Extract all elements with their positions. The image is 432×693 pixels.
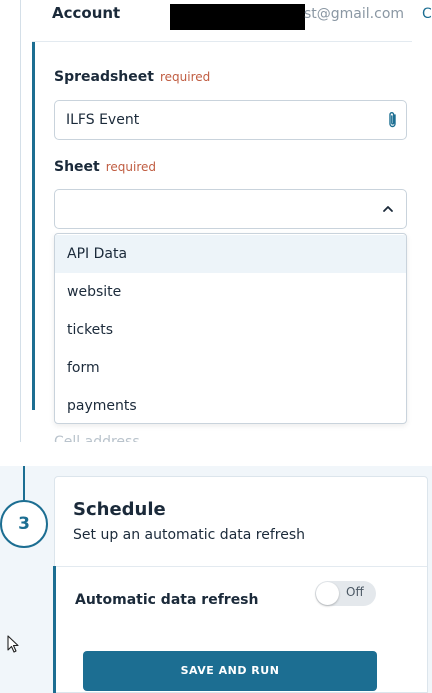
auto-refresh-label: Automatic data refresh xyxy=(75,592,259,608)
save-and-run-button[interactable]: SAVE AND RUN xyxy=(83,651,377,691)
sheet-label: Sheet required xyxy=(54,159,156,175)
section-gap xyxy=(0,442,432,466)
sheet-label-text: Sheet xyxy=(54,159,100,175)
step-number-badge: 3 xyxy=(0,500,48,548)
redacted-email-block xyxy=(170,4,305,30)
sheet-option-api-data[interactable]: API Data xyxy=(55,235,406,273)
paperclip-icon[interactable] xyxy=(386,111,400,129)
change-account-link[interactable]: Cha xyxy=(422,6,432,22)
schedule-accent-bar xyxy=(53,566,56,693)
sheet-option-website[interactable]: website xyxy=(55,273,406,311)
active-accent-bar xyxy=(32,42,35,410)
spreadsheet-required: required xyxy=(159,70,211,84)
schedule-divider xyxy=(55,566,427,567)
auto-refresh-toggle[interactable]: Off xyxy=(315,581,376,606)
spreadsheet-value: ILFS Event xyxy=(66,112,140,128)
sheet-option-form[interactable]: form xyxy=(55,349,406,387)
chevron-up-icon[interactable] xyxy=(382,204,394,214)
spreadsheet-input[interactable]: ILFS Event xyxy=(54,100,407,140)
cell-address-label: Cell address xyxy=(54,434,140,442)
sheet-required: required xyxy=(105,160,157,174)
sheet-option-payments[interactable]: payments xyxy=(55,387,406,423)
toggle-knob[interactable] xyxy=(316,582,339,605)
schedule-title: Schedule xyxy=(73,499,166,520)
account-email: st@gmail.com xyxy=(304,6,405,22)
sheet-option-tickets[interactable]: tickets xyxy=(55,311,406,349)
account-label: Account xyxy=(52,4,121,22)
sheet-dropdown-list: API Data website tickets form payments xyxy=(54,233,407,424)
step-connector-line xyxy=(23,466,25,500)
sheet-select[interactable] xyxy=(54,189,407,229)
account-row: Account st@gmail.com Cha xyxy=(32,0,432,42)
schedule-subtitle: Set up an automatic data refresh xyxy=(73,527,306,543)
spreadsheet-label-text: Spreadsheet xyxy=(54,69,154,85)
toggle-state-text: Off xyxy=(346,585,364,599)
spreadsheet-label: Spreadsheet required xyxy=(54,69,210,85)
mouse-cursor-icon xyxy=(7,635,19,653)
